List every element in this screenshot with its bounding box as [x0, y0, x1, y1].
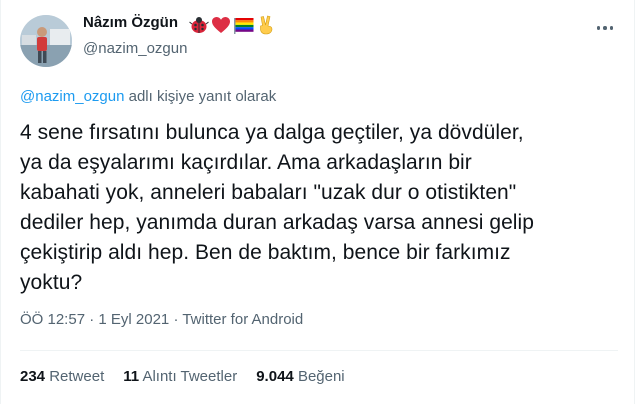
rainbow-flag-icon	[234, 18, 254, 34]
author-handle[interactable]: @nazim_ozgun	[83, 40, 187, 57]
tweet-source-link[interactable]: Twitter for Android	[182, 311, 303, 328]
likes-label: Beğeni	[297, 368, 345, 385]
more-dot	[609, 26, 614, 30]
meta-separator: ·	[169, 311, 183, 328]
retweets-label: Retweet	[49, 368, 105, 385]
reply-suffix: adlı kişiye yanıt olarak	[124, 88, 277, 105]
heart-icon	[212, 17, 230, 33]
likes-count: 9.044	[256, 368, 294, 385]
more-dot	[596, 26, 601, 30]
likes-stat[interactable]: 9.044 Beğeni	[256, 368, 344, 385]
victory-hand-icon	[260, 15, 273, 35]
divider	[20, 350, 618, 351]
tweet-text-line: çekiştirip aldı hep. Ben de baktım, benc…	[20, 241, 511, 264]
reply-mention-link[interactable]: @nazim_ozgun	[20, 88, 124, 105]
replying-to: @nazim_ozgun adlı kişiye yanıt olarak	[20, 88, 276, 105]
quotes-count: 11	[123, 368, 140, 385]
tweet-date-link[interactable]: 1 Eyl 2021	[98, 311, 169, 328]
meta-separator: ·	[85, 311, 99, 328]
tweet-time-link[interactable]: ÖÖ 12:57	[20, 311, 85, 328]
retweets-count: 234	[20, 368, 46, 385]
tweet-stats: 234 Retweet 11 Alıntı Tweetler 9.044 Beğ…	[20, 368, 345, 385]
tweet-text-line: yoktu?	[20, 271, 83, 294]
tweet-meta: ÖÖ 12:57 · 1 Eyl 2021 · Twitter for Andr…	[20, 311, 303, 328]
retweets-stat[interactable]: 234 Retweet	[20, 368, 104, 385]
tweet-text-line: kabahati yok, anneleri babaları "uzak du…	[20, 181, 517, 204]
avatar[interactable]	[20, 15, 72, 67]
tweet-text: 4 sene fırsatını bulunca ya dalga geçtil…	[20, 118, 620, 298]
quotes-label: Alıntı Tweetler	[142, 368, 238, 385]
author-name[interactable]: Nâzım Özgün	[83, 14, 178, 31]
tweet-text-line: dediler hep, yanımda duran arkadaş varsa…	[20, 211, 534, 234]
quote-tweets-stat[interactable]: 11 Alıntı Tweetler	[123, 368, 237, 385]
name-emojis	[189, 15, 275, 35]
more-icon[interactable]	[593, 20, 617, 36]
tweet-text-line: ya da eşyalarımı kaçırdılar. Ama arkadaş…	[20, 151, 472, 174]
avatar-photo	[20, 15, 72, 67]
ladybug-icon	[189, 17, 209, 33]
tweet-card: Nâzım Özgün @nazim_ozgun @nazim_ozgun ad…	[0, 0, 635, 404]
more-dot	[603, 26, 607, 30]
tweet-text-line: 4 sene fırsatını bulunca ya dalga geçtil…	[20, 121, 524, 144]
